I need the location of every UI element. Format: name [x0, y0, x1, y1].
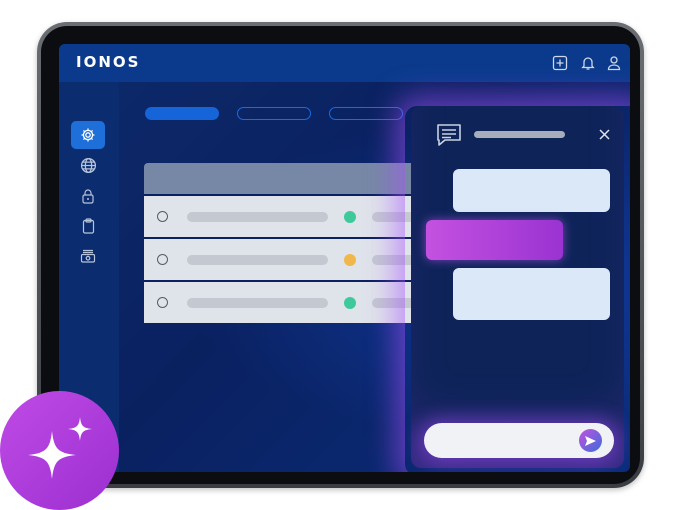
row-radio[interactable] — [157, 297, 168, 308]
sparkles-icon — [28, 417, 92, 479]
send-button[interactable] — [579, 429, 602, 452]
tablet-bezel: IONOS — [41, 26, 640, 484]
row-text-placeholder — [187, 255, 328, 265]
tablet-frame: IONOS — [37, 22, 644, 488]
status-dot — [344, 211, 356, 223]
table-header — [144, 163, 434, 194]
sidebar-item-servers[interactable] — [71, 242, 105, 270]
table-row[interactable] — [144, 194, 442, 237]
assistant-message — [453, 169, 610, 212]
row-radio[interactable] — [157, 211, 168, 222]
close-icon[interactable] — [599, 129, 610, 140]
sidebar-item-settings[interactable] — [71, 121, 105, 149]
table-row[interactable] — [144, 237, 442, 280]
tab-2[interactable] — [237, 107, 311, 120]
data-table — [144, 163, 442, 323]
assistant-message — [453, 268, 610, 320]
app-screen: IONOS — [59, 44, 630, 472]
send-icon — [585, 435, 596, 446]
chat-panel — [411, 106, 624, 468]
row-radio[interactable] — [157, 254, 168, 265]
top-bar: IONOS — [59, 44, 630, 82]
chat-input[interactable] — [424, 423, 614, 458]
sidebar-item-clipboard[interactable] — [71, 212, 105, 240]
sidebar-item-security[interactable] — [71, 182, 105, 210]
user-icon[interactable] — [606, 55, 622, 71]
add-square-icon[interactable] — [552, 55, 568, 71]
row-text-placeholder — [187, 298, 328, 308]
chat-icon — [437, 124, 461, 146]
lock-icon — [82, 189, 94, 204]
row-text-placeholder — [187, 212, 328, 222]
server-icon — [80, 249, 96, 263]
user-message — [426, 220, 563, 260]
globe-icon — [80, 157, 96, 173]
tab-1[interactable] — [145, 107, 219, 120]
ai-badge[interactable] — [0, 391, 119, 510]
bell-icon[interactable] — [580, 55, 596, 71]
tab-3[interactable] — [329, 107, 403, 120]
brand-logo[interactable]: IONOS — [76, 53, 140, 71]
status-dot — [344, 254, 356, 266]
chat-title-placeholder — [474, 131, 565, 138]
gear-icon — [81, 128, 95, 142]
clipboard-icon — [82, 218, 94, 234]
sidebar-item-domains[interactable] — [71, 151, 105, 179]
status-dot — [344, 297, 356, 309]
table-row[interactable] — [144, 280, 442, 323]
